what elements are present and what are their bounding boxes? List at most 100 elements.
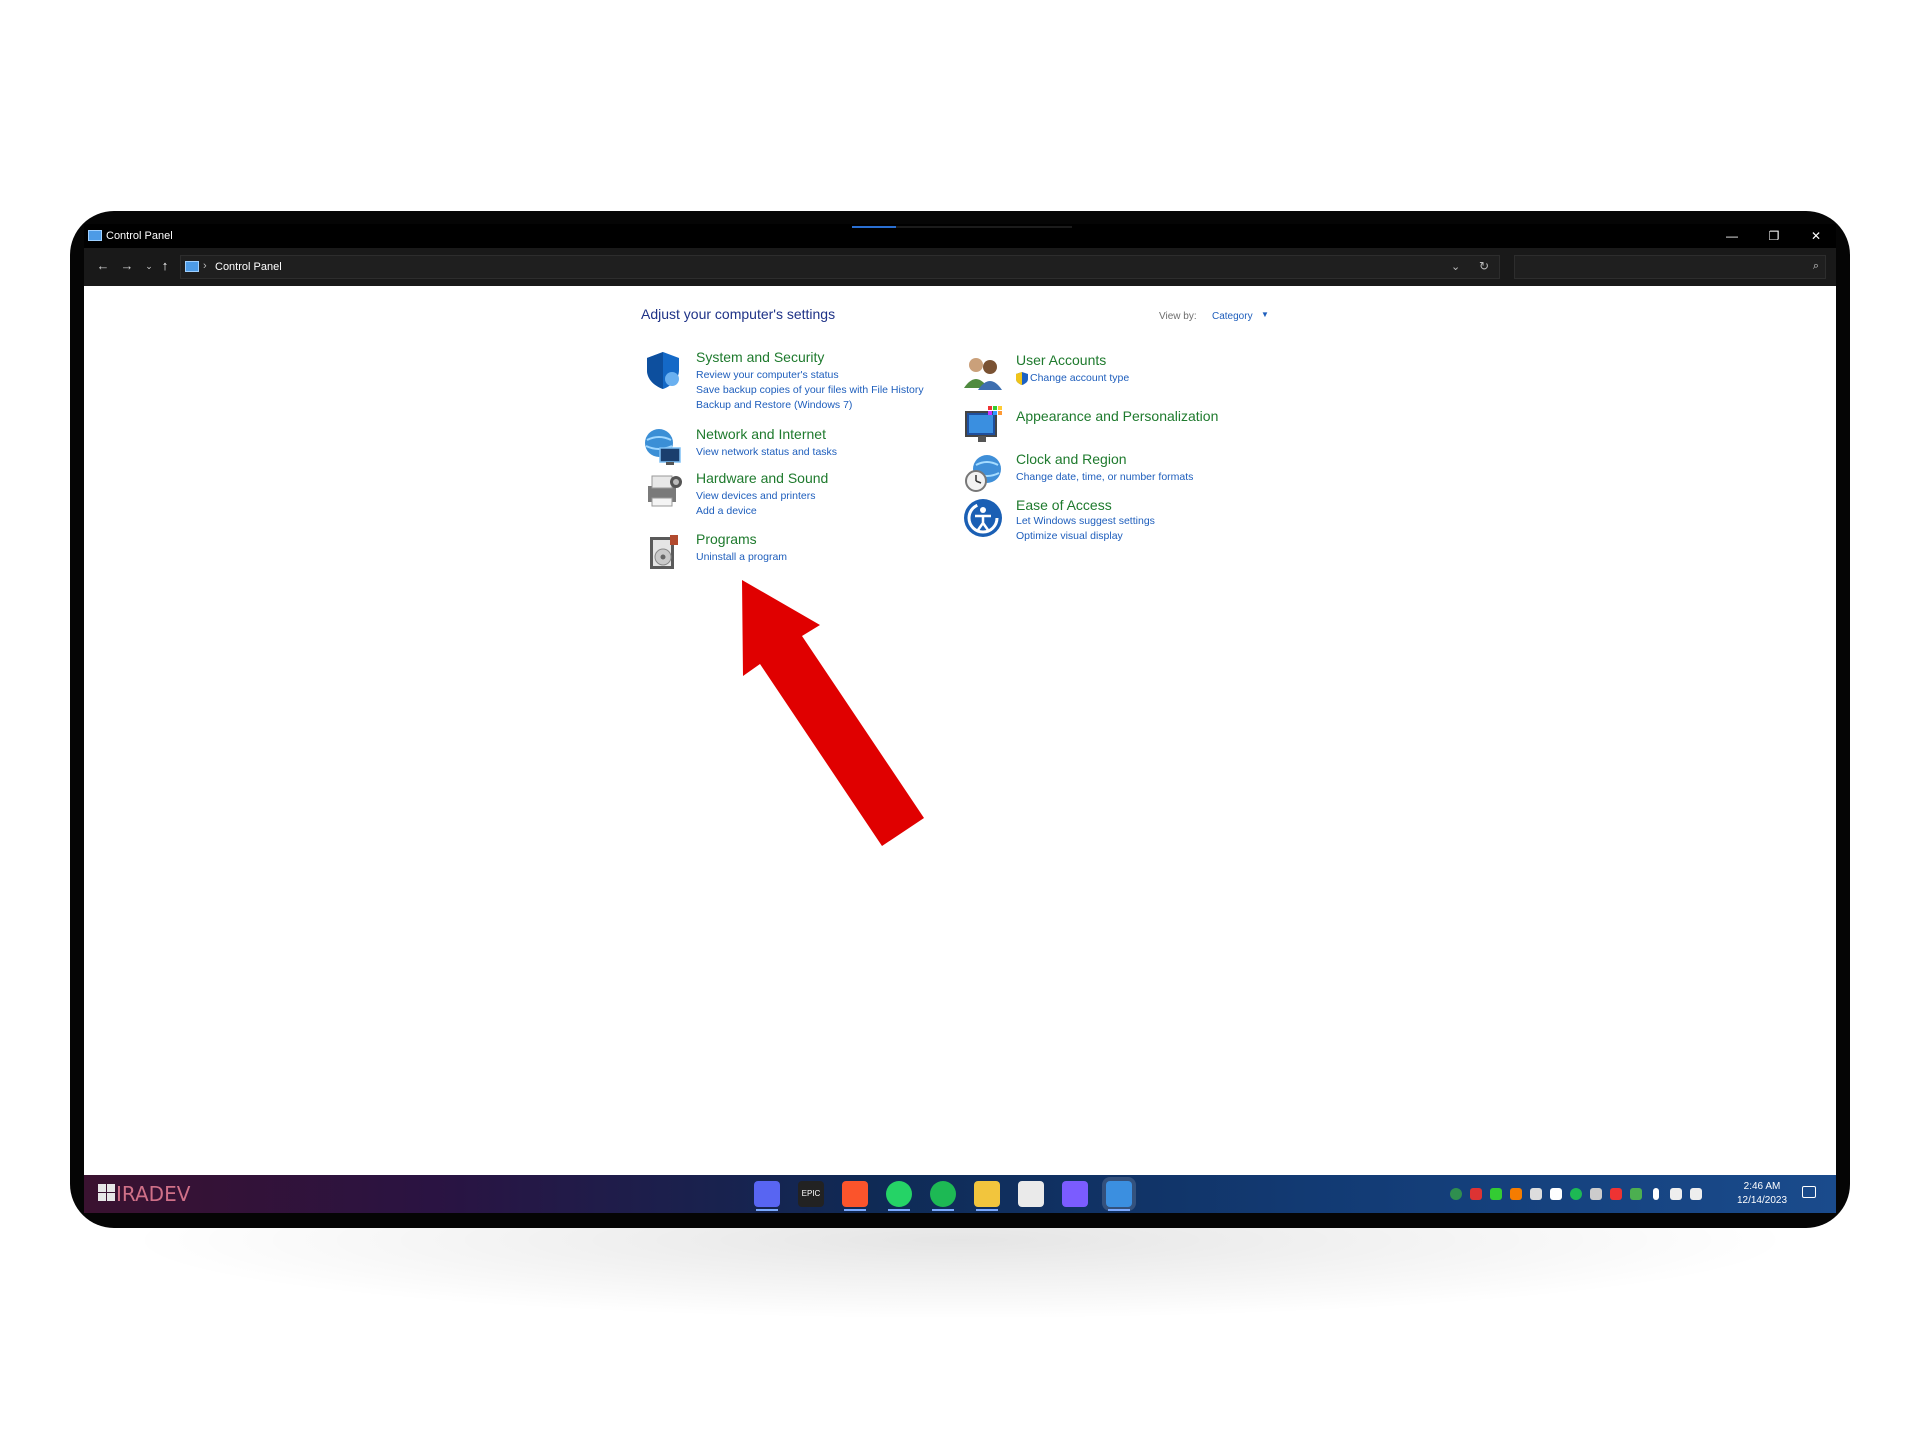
control-panel-window: Control Panel — ❐ ✕ ← → ⌄ ↑ › Control Pa… — [84, 224, 1836, 1213]
running-indicator — [1108, 1209, 1130, 1211]
ease-of-access-icon — [964, 499, 1002, 537]
network-icon — [645, 429, 681, 465]
programs-icon — [650, 535, 678, 569]
add-device-link[interactable]: Add a device — [696, 505, 757, 517]
loading-progress-fill — [852, 226, 896, 228]
mic-tray-icon[interactable] — [1653, 1188, 1659, 1200]
file-explorer-icon[interactable] — [974, 1181, 1000, 1211]
volume-icon[interactable] — [1690, 1188, 1702, 1200]
backup-restore-link[interactable]: Backup and Restore (Windows 7) — [696, 399, 852, 411]
screenshot-stage: Control Panel — ❐ ✕ ← → ⌄ ↑ › Control Pa… — [0, 0, 1920, 1440]
user-accounts-link[interactable]: User Accounts — [1016, 352, 1106, 368]
printer-icon — [648, 475, 682, 507]
refresh-button[interactable]: ↻ — [1479, 259, 1489, 273]
clock-date: 12/14/2023 — [1736, 1195, 1788, 1206]
network-tray-icon[interactable] — [1590, 1188, 1602, 1200]
view-by-dropdown[interactable]: Category — [1212, 311, 1253, 322]
game-controller-icon[interactable] — [1062, 1181, 1088, 1207]
taskbar-clock[interactable]: 2:46 AM 12/14/2023 — [1732, 1180, 1792, 1208]
running-indicator — [756, 1209, 778, 1211]
uninstall-program-link[interactable]: Uninstall a program — [696, 551, 787, 563]
change-date-time-link[interactable]: Change date, time, or number formats — [1016, 471, 1193, 483]
brave-icon[interactable] — [842, 1181, 868, 1211]
spotify-tray-icon[interactable] — [1570, 1188, 1582, 1200]
notification-center-icon[interactable] — [1802, 1186, 1816, 1198]
file-history-link[interactable]: Save backup copies of your files with Fi… — [696, 384, 924, 396]
running-indicator — [888, 1209, 910, 1211]
discord-icon[interactable] — [754, 1181, 780, 1211]
devices-and-printers-link[interactable]: View devices and printers — [696, 490, 815, 502]
running-indicator — [844, 1209, 866, 1211]
hardware-and-sound-link[interactable]: Hardware and Sound — [696, 470, 828, 486]
programs-link[interactable]: Programs — [696, 531, 757, 547]
control-panel-icon — [88, 230, 102, 241]
close-button[interactable]: ✕ — [1796, 224, 1836, 248]
control-panel-icon — [185, 261, 199, 272]
search-input[interactable] — [1519, 259, 1799, 275]
wallpaper-brand-text: IRADEV — [116, 1182, 191, 1206]
signal-tray-icon[interactable] — [1490, 1188, 1502, 1200]
display-tray-icon[interactable] — [1670, 1188, 1682, 1200]
category-appearance-and-personalization: Appearance and Personalization — [962, 404, 1282, 446]
minimize-button[interactable]: — — [1712, 224, 1752, 248]
whatsapp-icon[interactable] — [886, 1181, 912, 1211]
up-button[interactable]: ↑ — [156, 258, 174, 273]
search-icon[interactable]: ⌕ — [1813, 260, 1819, 273]
epic-games-icon[interactable]: EPIC — [798, 1181, 824, 1207]
security-tray-icon[interactable] — [1630, 1188, 1642, 1200]
change-account-type-link[interactable]: Change account type — [1030, 372, 1129, 384]
back-button[interactable]: ← — [94, 258, 112, 273]
category-hardware-and-sound: Hardware and Sound View devices and prin… — [642, 470, 962, 517]
windows-logo-tile — [98, 1193, 106, 1201]
chevron-down-icon[interactable]: ▼ — [1261, 310, 1269, 319]
view-by-label: View by: — [1159, 311, 1197, 322]
monitor-icon — [965, 406, 1002, 442]
running-indicator — [976, 1209, 998, 1211]
windows-suggest-settings-link[interactable]: Let Windows suggest settings — [1016, 515, 1155, 527]
address-bar[interactable]: › Control Panel ⌄ ↻ — [180, 255, 1500, 279]
clock-time: 2:46 AM — [1743, 1181, 1781, 1192]
epic-games-label: EPIC — [801, 1189, 821, 1198]
optimize-visual-display-link[interactable]: Optimize visual display — [1016, 530, 1123, 542]
category-user-accounts: User Accounts Change account type — [962, 352, 1282, 392]
microphone-tray-icon[interactable] — [1470, 1188, 1482, 1200]
bold-b-tray-icon[interactable] — [1550, 1188, 1562, 1200]
page-heading: Adjust your computer's settings — [641, 306, 836, 322]
ease-of-access-link[interactable]: Ease of Access — [1016, 497, 1112, 513]
uac-shield-icon — [1016, 372, 1028, 385]
clock-and-region-link[interactable]: Clock and Region — [1016, 451, 1127, 467]
appearance-and-personalization-link[interactable]: Appearance and Personalization — [1016, 408, 1218, 424]
loading-progress — [852, 226, 1072, 228]
network-status-link[interactable]: View network status and tasks — [696, 446, 837, 458]
category-ease-of-access: Ease of Access Let Windows suggest setti… — [962, 497, 1282, 542]
users-icon — [964, 358, 1002, 390]
network-and-internet-link[interactable]: Network and Internet — [696, 426, 826, 442]
category-system-and-security: System and Security Review your computer… — [642, 349, 962, 419]
review-status-link[interactable]: Review your computer's status — [696, 369, 839, 381]
keyboard-tray-icon[interactable] — [1530, 1188, 1542, 1200]
red-pointer-arrow — [742, 580, 924, 846]
shield-icon — [647, 352, 679, 389]
address-dropdown-button[interactable]: ⌄ — [1451, 260, 1460, 273]
category-clock-and-region: Clock and Region Change date, time, or n… — [962, 451, 1282, 492]
search-box[interactable]: ⌕ — [1514, 255, 1826, 279]
globe-clock-icon — [965, 455, 1001, 492]
category-network-and-internet: Network and Internet View network status… — [642, 426, 962, 466]
amd-tray-icon[interactable] — [1610, 1188, 1622, 1200]
tray-status-icon[interactable] — [1450, 1188, 1462, 1200]
app-tray-icon[interactable] — [1510, 1188, 1522, 1200]
window-title: Control Panel — [106, 230, 173, 242]
windows-logo-tile — [107, 1193, 115, 1201]
windows-logo-tile — [107, 1184, 115, 1192]
start-button[interactable] — [98, 1184, 116, 1202]
spotify-icon[interactable] — [930, 1181, 956, 1211]
windows-logo-tile — [98, 1184, 106, 1192]
control-panel-content: Adjust your computer's settings View by:… — [84, 286, 1836, 1175]
restore-button[interactable]: ❐ — [1754, 224, 1794, 248]
microsoft-store-icon[interactable] — [1018, 1181, 1044, 1207]
forward-button[interactable]: → — [118, 258, 136, 273]
system-and-security-link[interactable]: System and Security — [696, 349, 824, 365]
breadcrumb-control-panel[interactable]: Control Panel — [215, 261, 282, 273]
running-indicator — [932, 1209, 954, 1211]
control-panel-taskbar-icon[interactable] — [1106, 1181, 1132, 1211]
